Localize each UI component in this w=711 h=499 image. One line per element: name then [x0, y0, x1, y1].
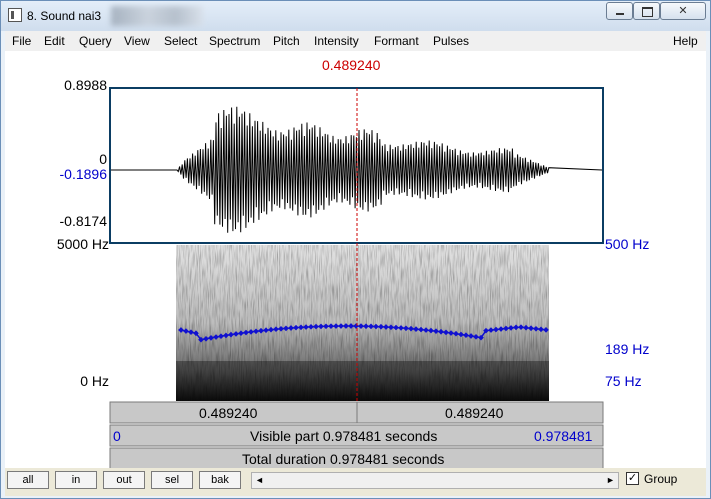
menu-spectrum[interactable]: Spectrum — [209, 34, 260, 48]
group-label: Group — [644, 472, 678, 486]
sound-editor-window: 8. Sound nai3 ✕ File Edit Query View Sel… — [0, 0, 711, 499]
menu-intensity[interactable]: Intensity — [314, 34, 359, 48]
menu-help[interactable]: Help — [673, 34, 698, 48]
right-part-label[interactable]: 0.489240 — [445, 405, 503, 421]
scroll-left-icon[interactable]: ◄ — [252, 473, 267, 488]
title-blurred-region — [111, 6, 203, 26]
minimize-button[interactable] — [606, 2, 633, 20]
app-icon — [8, 8, 22, 22]
total-duration-label[interactable]: Total duration 0.978481 seconds — [242, 451, 444, 467]
menu-bar: File Edit Query View Select Spectrum Pit… — [5, 31, 706, 51]
menu-view[interactable]: View — [124, 34, 150, 48]
menu-pitch[interactable]: Pitch — [273, 34, 300, 48]
window-title: 8. Sound nai3 — [27, 9, 102, 23]
editor-canvas[interactable]: 0.489240 0.8988 0 -0.1896 -0.8174 5000 H… — [5, 51, 706, 488]
close-icon: ✕ — [678, 5, 688, 17]
close-button[interactable]: ✕ — [660, 2, 706, 20]
zoom-out-button[interactable]: out — [103, 471, 145, 489]
visible-part-label[interactable]: Visible part 0.978481 seconds — [250, 428, 437, 444]
horizontal-scrollbar[interactable]: ◄ ► — [251, 472, 619, 489]
scroll-right-icon[interactable]: ► — [603, 473, 618, 488]
spectrogram-voicing-bar — [176, 361, 549, 401]
menu-pulses[interactable]: Pulses — [433, 34, 469, 48]
zoom-all-button[interactable]: all — [7, 471, 49, 489]
maximize-button[interactable] — [633, 2, 660, 20]
menu-select[interactable]: Select — [164, 34, 197, 48]
bottom-toolbar: all in out sel bak ◄ ► ✓ Group — [5, 468, 706, 496]
zoom-back-button[interactable]: bak — [199, 471, 241, 489]
visible-start-label: 0 — [113, 428, 121, 444]
menu-query[interactable]: Query — [79, 34, 112, 48]
editor-graphics — [109, 87, 604, 470]
group-checkbox[interactable]: ✓ — [626, 472, 639, 485]
zoom-sel-button[interactable]: sel — [151, 471, 193, 489]
zoom-in-button[interactable]: in — [55, 471, 97, 489]
menu-file[interactable]: File — [12, 34, 31, 48]
left-part-label[interactable]: 0.489240 — [199, 405, 257, 421]
title-bar[interactable]: 8. Sound nai3 ✕ — [1, 1, 710, 31]
menu-formant[interactable]: Formant — [374, 34, 419, 48]
menu-edit[interactable]: Edit — [44, 34, 65, 48]
client-area: File Edit Query View Select Spectrum Pit… — [5, 31, 706, 496]
visible-end-label: 0.978481 — [534, 428, 593, 444]
